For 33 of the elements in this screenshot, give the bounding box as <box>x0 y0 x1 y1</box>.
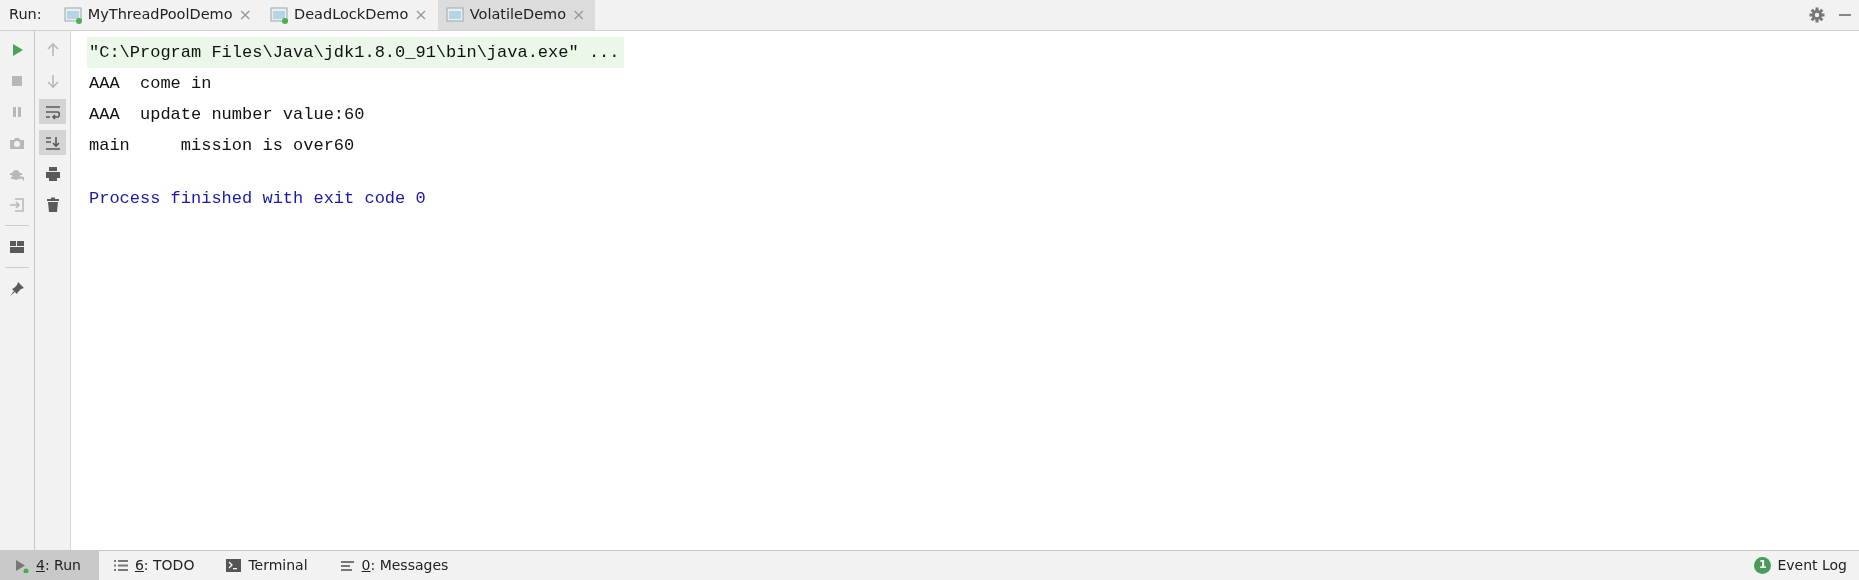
run-label: Run: <box>8 5 43 25</box>
layout-icon <box>9 238 25 255</box>
login-icon <box>9 196 25 213</box>
run-tab[interactable]: VolatileDemo × <box>437 0 596 30</box>
running-app-icon <box>63 6 82 24</box>
console-line: AAA update number value:60 <box>88 104 366 126</box>
exit-message: Process finished with exit code 0 <box>88 188 427 210</box>
scroll-to-end-icon <box>44 134 61 151</box>
tool-window-button[interactable]: 0: Messages <box>325 551 467 580</box>
tool-window-button[interactable]: Terminal <box>212 551 326 580</box>
settings-icon <box>1809 7 1825 23</box>
tool-window-button[interactable]: 6: TODO <box>98 551 213 580</box>
app-icon <box>445 6 464 24</box>
run-tab[interactable]: DeadLockDemo × <box>262 0 438 30</box>
running-app-icon <box>270 6 288 24</box>
list-icon <box>112 558 128 573</box>
notification-count-badge: 1 <box>1754 557 1772 574</box>
run-icon <box>14 558 29 573</box>
soft-wrap-icon <box>44 103 61 120</box>
scroll-to-end-button[interactable] <box>39 130 66 155</box>
event-log-button[interactable]: Event Log <box>1777 555 1847 576</box>
delete-icon <box>44 196 61 213</box>
minimize-icon <box>1839 13 1851 17</box>
print-icon <box>44 165 61 182</box>
messages-icon <box>339 558 355 573</box>
console-line: AAA come in <box>88 73 213 95</box>
tool-window-button[interactable]: 4: Run <box>0 551 99 580</box>
terminal-icon <box>226 558 242 573</box>
down-arrow-icon <box>44 72 61 89</box>
console-line: main mission is over60 <box>88 135 356 157</box>
soft-wrap-button[interactable] <box>39 99 66 124</box>
pin-icon <box>9 280 25 297</box>
run-tab[interactable]: MyThreadPoolDemo × <box>55 0 262 30</box>
